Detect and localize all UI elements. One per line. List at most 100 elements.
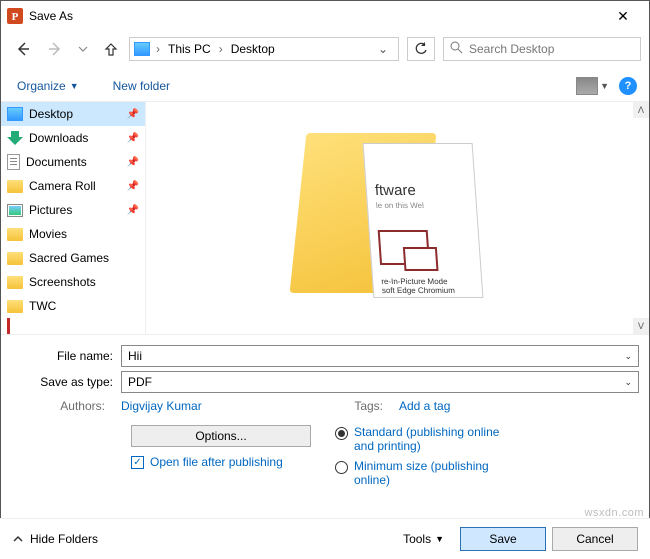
help-button[interactable]: ? — [619, 77, 637, 95]
sidebar-item-label: Desktop — [29, 107, 73, 121]
sidebar-item-sacredgames[interactable]: Sacred Games — [1, 246, 145, 270]
sidebar-item-label: Documents — [26, 155, 87, 169]
cancel-button[interactable]: Cancel — [552, 527, 638, 551]
up-button[interactable] — [97, 35, 125, 63]
folder-icon — [7, 252, 23, 265]
address-bar[interactable]: › This PC › Desktop ⌄ — [129, 37, 399, 61]
sidebar: Desktop 📌 Downloads 📌 Documents 📌 Camera… — [1, 102, 146, 334]
window-title: Save As — [29, 9, 603, 23]
sidebar-item-twc[interactable]: TWC — [1, 294, 145, 318]
crumb-sep: › — [154, 42, 162, 56]
folder-icon — [7, 180, 23, 193]
chevron-down-icon[interactable]: ⌄ — [624, 377, 632, 388]
sidebar-item-label: Pictures — [29, 203, 72, 217]
pin-icon: 📌 — [127, 181, 139, 192]
filename-value: Hii — [128, 349, 142, 363]
folder-icon — [7, 276, 23, 289]
filename-input[interactable]: Hii ⌄ — [121, 345, 639, 367]
address-dropdown[interactable]: ⌄ — [372, 42, 394, 56]
breadcrumb-leaf[interactable]: Desktop — [229, 42, 277, 56]
sidebar-item-label: Screenshots — [29, 275, 96, 289]
chevron-down-icon[interactable]: ⌄ — [624, 351, 632, 362]
sidebar-item-hidden[interactable] — [1, 318, 145, 334]
tools-label: Tools — [403, 532, 431, 546]
desktop-icon — [7, 107, 23, 121]
sidebar-item-screenshots[interactable]: Screenshots — [1, 270, 145, 294]
chevron-down-icon[interactable]: ▼ — [600, 81, 609, 91]
filetype-select[interactable]: PDF ⌄ — [121, 371, 639, 393]
pic-icon — [7, 204, 23, 217]
pin-icon: 📌 — [127, 157, 139, 168]
chevron-down-icon: ▼ — [70, 81, 79, 91]
preview-text: ftware — [374, 182, 467, 199]
sidebar-item-documents[interactable]: Documents 📌 — [1, 150, 145, 174]
new-folder-button[interactable]: New folder — [109, 77, 174, 95]
preview-text: soft Edge Chromium — [381, 286, 474, 295]
sidebar-item-movies[interactable]: Movies — [1, 222, 145, 246]
radio-icon — [335, 427, 348, 440]
organize-label: Organize — [17, 79, 66, 93]
search-placeholder: Search Desktop — [469, 42, 554, 56]
tools-menu[interactable]: Tools ▼ — [403, 532, 444, 546]
refresh-button[interactable] — [407, 37, 435, 61]
new-folder-label: New folder — [113, 79, 170, 93]
svg-text:P: P — [12, 11, 19, 23]
radio-label: Standard (publishing online and printing… — [354, 425, 514, 453]
sidebar-item-label: Downloads — [29, 131, 88, 145]
scroll-up-button[interactable]: ᐱ — [633, 102, 649, 118]
sidebar-item-cameraroll[interactable]: Camera Roll 📌 — [1, 174, 145, 198]
sidebar-item-label: Sacred Games — [29, 251, 109, 265]
folder-icon — [7, 228, 23, 241]
folder-content[interactable]: ᐱ ftware le on this Wel re-In-Picture Mo… — [146, 102, 649, 334]
options-button[interactable]: Options... — [131, 425, 311, 447]
radio-icon — [335, 461, 348, 474]
checkbox-label: Open file after publishing — [150, 455, 283, 469]
tags-value[interactable]: Add a tag — [399, 399, 450, 413]
pin-icon: 📌 — [127, 205, 139, 216]
open-after-publish-checkbox[interactable]: ✓ Open file after publishing — [131, 455, 331, 469]
folder-icon — [7, 300, 23, 313]
hide-folders-label: Hide Folders — [30, 532, 98, 546]
sidebar-item-label: Movies — [29, 227, 67, 241]
radio-minimum[interactable]: Minimum size (publishing online) — [335, 459, 514, 487]
app-icon: P — [7, 8, 23, 24]
crumb-sep: › — [217, 42, 225, 56]
view-button[interactable] — [576, 77, 598, 95]
filetype-label: Save as type: — [11, 375, 121, 389]
sidebar-item-label: Camera Roll — [29, 179, 96, 193]
doc-icon — [7, 154, 20, 170]
scroll-down-button[interactable]: ᐯ — [633, 318, 649, 334]
back-button[interactable] — [9, 35, 37, 63]
breadcrumb-root[interactable]: This PC — [166, 42, 213, 56]
sidebar-item-label: TWC — [29, 299, 56, 313]
checkbox-icon: ✓ — [131, 456, 144, 469]
close-button[interactable]: ✕ — [603, 8, 643, 25]
chevron-down-icon: ▼ — [435, 534, 444, 544]
radio-standard[interactable]: Standard (publishing online and printing… — [335, 425, 514, 453]
red-bar-icon — [7, 318, 10, 334]
download-icon — [7, 131, 23, 145]
authors-label: Authors: — [11, 399, 113, 413]
search-icon — [450, 41, 463, 57]
forward-button[interactable] — [41, 35, 69, 63]
chevron-up-icon — [12, 533, 24, 545]
radio-label: Minimum size (publishing online) — [354, 459, 514, 487]
pin-icon: 📌 — [127, 133, 139, 144]
sidebar-item-pictures[interactable]: Pictures 📌 — [1, 198, 145, 222]
pc-icon — [134, 42, 150, 56]
search-input[interactable]: Search Desktop — [443, 37, 641, 61]
sidebar-item-desktop[interactable]: Desktop 📌 — [1, 102, 145, 126]
preview-text: re-In-Picture Mode — [380, 277, 473, 286]
authors-value[interactable]: Digvijay Kumar — [121, 399, 202, 413]
folder-preview: ftware le on this Wel re-In-Picture Mode… — [298, 123, 498, 313]
organize-menu[interactable]: Organize ▼ — [13, 77, 83, 95]
preview-text: le on this Wel — [375, 201, 468, 210]
filetype-value: PDF — [128, 375, 152, 389]
history-dropdown[interactable] — [73, 35, 93, 63]
filename-label: File name: — [11, 349, 121, 363]
tags-label: Tags: — [331, 399, 391, 413]
save-button[interactable]: Save — [460, 527, 546, 551]
pin-icon: 📌 — [127, 109, 139, 120]
sidebar-item-downloads[interactable]: Downloads 📌 — [1, 126, 145, 150]
hide-folders-button[interactable]: Hide Folders — [12, 532, 98, 546]
